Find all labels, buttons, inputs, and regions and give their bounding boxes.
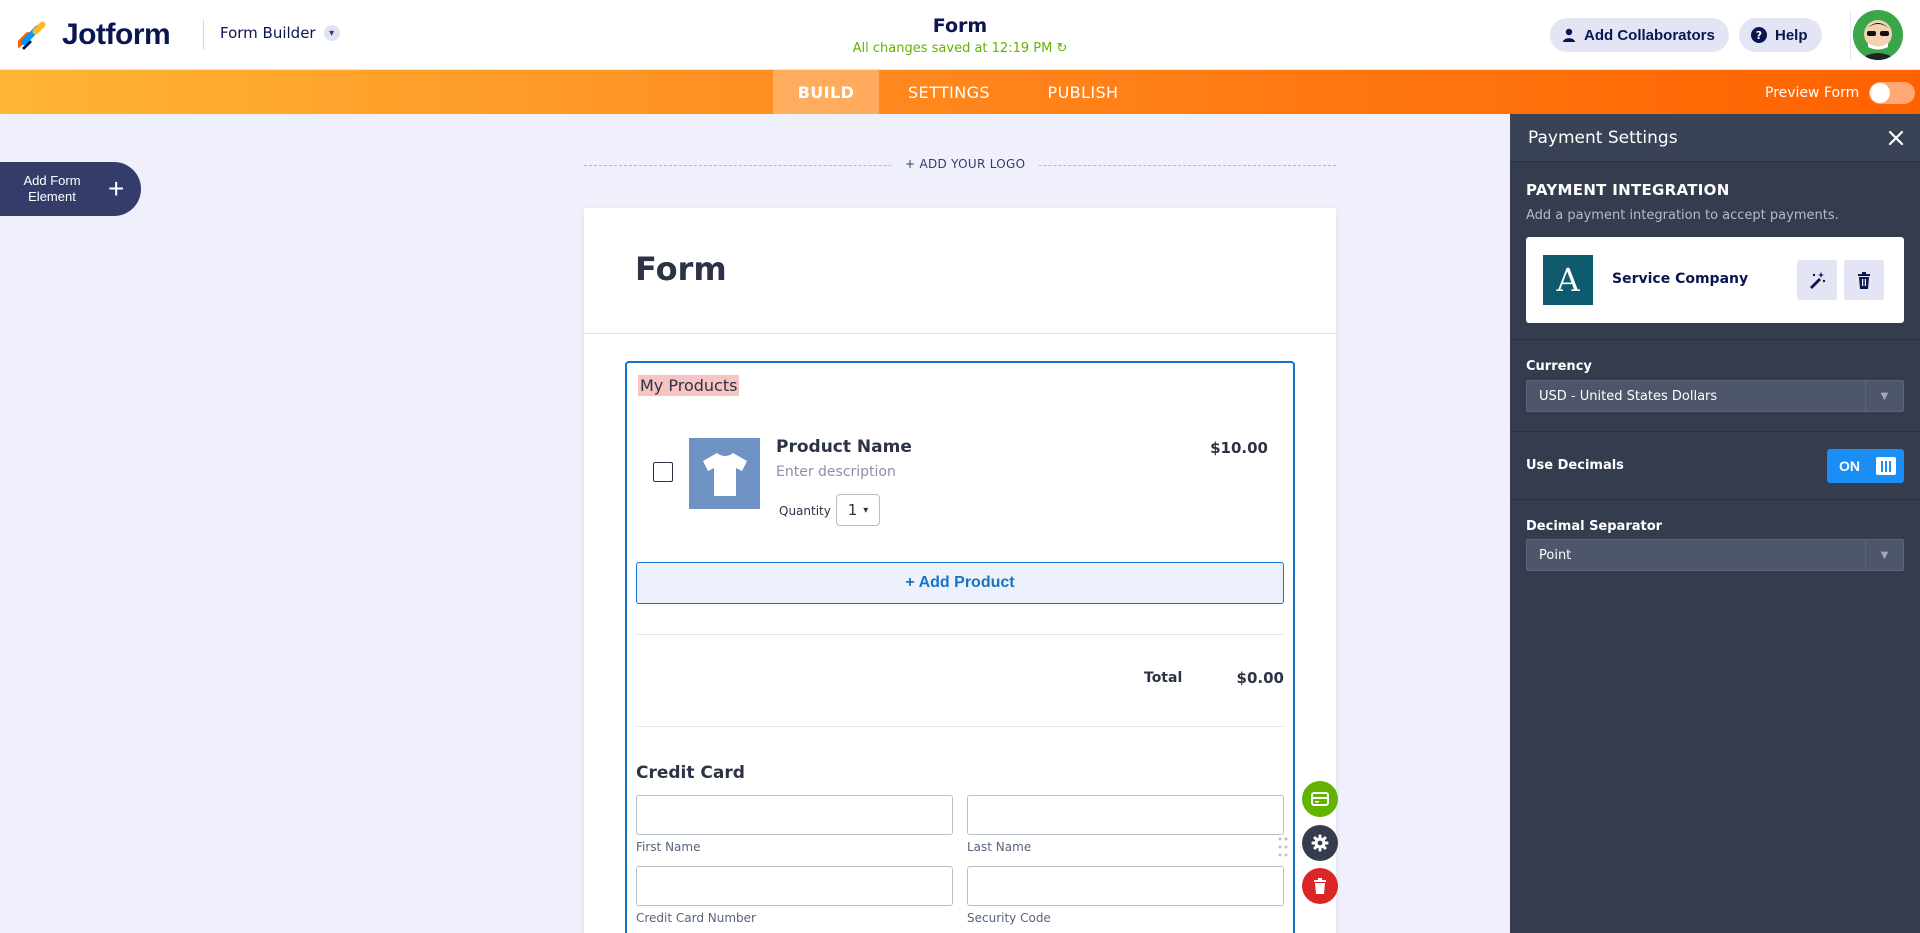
form-builder-label: Form Builder [220,24,316,42]
svg-text:?: ? [1756,29,1762,42]
chevron-down-icon: ▾ [863,504,869,516]
payment-integration-title: PAYMENT INTEGRATION [1526,181,1730,199]
products-label[interactable]: My Products [638,375,740,396]
help-icon: ? [1751,27,1767,43]
provider-name: Service Company [1612,271,1749,287]
credit-card-icon [1311,792,1329,806]
currency-value: USD - United States Dollars [1539,388,1718,404]
drag-handle-icon[interactable] [1278,836,1288,858]
provider-logo: A [1543,255,1593,305]
form-heading[interactable]: Form [635,250,727,288]
use-decimals-toggle[interactable]: ON [1827,449,1904,483]
product-description: Enter description [776,464,896,480]
form-builder-menu[interactable]: Form Builder ▾ [220,24,340,42]
edit-integration-button[interactable] [1797,260,1837,300]
top-header: Jotform Form Builder ▾ Form All changes … [0,0,1920,70]
tab-publish[interactable]: PUBLISH [1019,70,1147,114]
form-header-divider [584,333,1336,334]
decimal-separator-label: Decimal Separator [1526,519,1663,534]
chevron-down-icon: ▼ [1865,381,1903,411]
delete-field-button[interactable] [1302,868,1338,904]
last-name-input[interactable] [967,795,1284,835]
currency-select[interactable]: USD - United States Dollars ▼ [1526,380,1904,412]
first-name-input[interactable] [636,795,953,835]
total-value: $0.00 [1236,669,1284,687]
field-settings-button[interactable] [1302,825,1338,861]
tab-settings[interactable]: SETTINGS [879,70,1019,114]
total-divider [636,726,1284,727]
magic-wand-icon [1810,272,1826,289]
add-form-element-line1: Add Form [23,173,81,188]
toggle-knob [1870,83,1891,103]
add-logo-button[interactable]: + ADD YOUR LOGO [891,157,1040,171]
builder-nav: BUILD SETTINGS PUBLISH Preview Form [0,70,1920,114]
card-number-input[interactable] [636,866,953,906]
close-icon[interactable] [1884,126,1908,150]
save-status-text: All changes saved at 12:19 PM [852,41,1053,56]
preview-form-control: Preview Form [1765,82,1916,104]
products-divider [636,634,1284,635]
payment-settings-panel: Payment Settings PAYMENT INTEGRATION Add… [1510,114,1920,933]
product-price: $10.00 [1210,439,1268,457]
panel-divider [1510,431,1920,432]
help-button[interactable]: ? Help [1739,18,1822,52]
credit-card-title: Credit Card [636,763,745,783]
quantity-value: 1 [847,501,858,519]
card-number-sublabel: Credit Card Number [636,911,756,925]
plus-icon: + [108,173,125,204]
security-code-sublabel: Security Code [967,911,1051,925]
add-product-button[interactable]: + Add Product [636,562,1284,604]
remove-integration-button[interactable] [1844,260,1884,300]
quantity-label: Quantity [779,504,831,518]
preview-form-label: Preview Form [1765,85,1860,101]
quantity-select[interactable]: 1 ▾ [836,494,880,526]
payment-integration-subtitle: Add a payment integration to accept paym… [1526,208,1839,223]
products-field[interactable]: My Products Product Name Enter descripti… [625,361,1295,933]
use-decimals-label: Use Decimals [1526,458,1624,473]
trash-icon [1858,271,1870,289]
chevron-down-icon: ▼ [1865,540,1903,570]
tab-build[interactable]: BUILD [773,70,879,114]
tshirt-icon [702,452,747,496]
total-label: Total [1144,670,1183,686]
last-name-sublabel: Last Name [967,840,1032,854]
add-form-element-line2: Element [28,189,76,204]
payment-properties-button[interactable] [1302,781,1338,817]
user-icon [1562,28,1576,42]
panel-title: Payment Settings [1528,128,1678,148]
add-collaborators-label: Add Collaborators [1584,26,1715,44]
panel-header: Payment Settings [1510,114,1920,162]
add-collaborators-button[interactable]: Add Collaborators [1550,18,1729,52]
add-form-element-button[interactable]: Add Form Element + [0,162,141,216]
product-image [689,438,760,509]
payment-provider-card: A Service Company [1526,237,1904,323]
security-code-input[interactable] [967,866,1284,906]
trash-icon [1314,878,1326,894]
decimal-separator-value: Point [1539,547,1572,563]
chevron-down-icon: ▾ [323,25,340,41]
first-name-sublabel: First Name [636,840,701,854]
use-decimals-state: ON [1839,458,1860,474]
gear-icon [1311,834,1329,852]
panel-divider [1510,499,1920,500]
refresh-icon: ↻ [1056,41,1068,56]
product-name: Product Name [776,437,912,457]
preview-form-toggle[interactable] [1869,82,1916,104]
decimal-separator-select[interactable]: Point ▼ [1526,539,1904,571]
toggle-grip-icon [1876,457,1896,475]
avatar[interactable] [1853,10,1903,60]
help-label: Help [1775,26,1808,44]
avatar-container [1850,10,1903,60]
product-checkbox[interactable] [653,462,673,482]
panel-divider [1510,339,1920,340]
currency-label: Currency [1526,359,1592,374]
add-form-element-label: Add Form Element [0,173,104,205]
